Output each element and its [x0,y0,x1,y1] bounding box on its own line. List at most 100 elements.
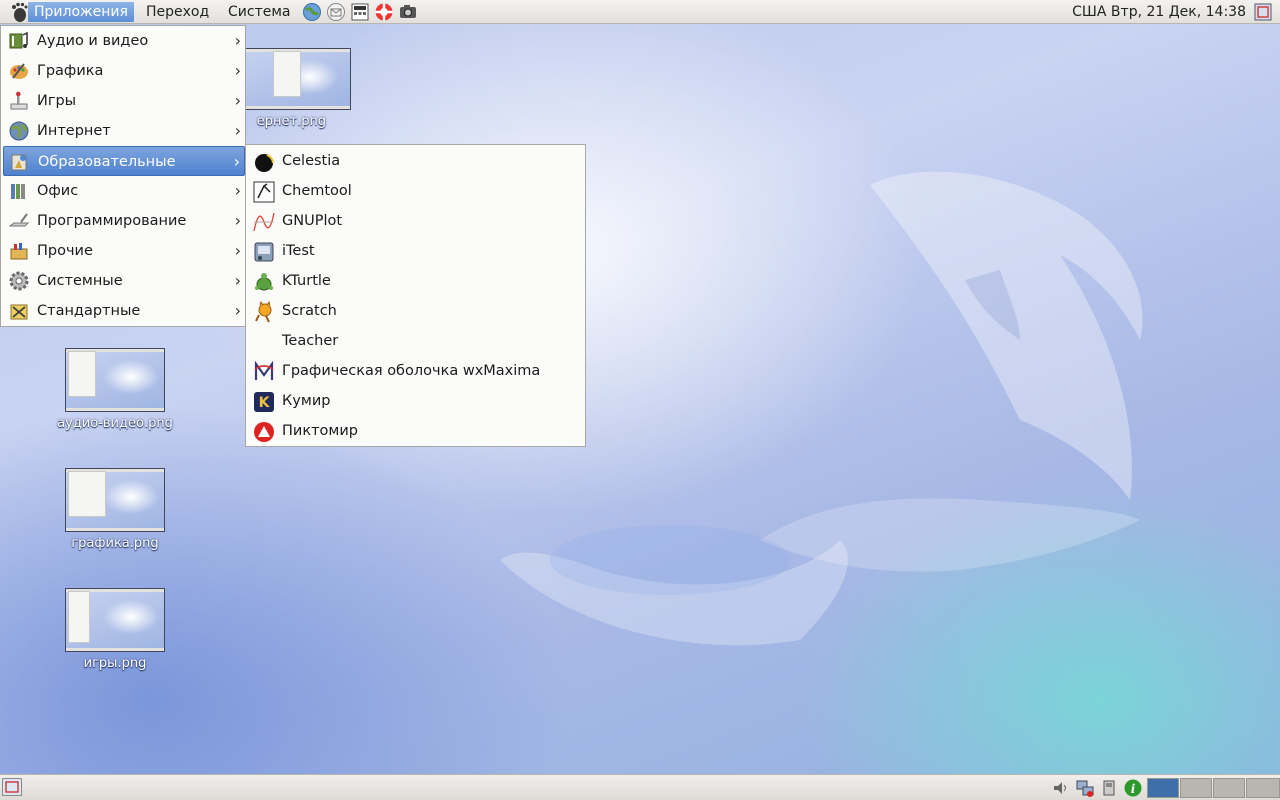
workspace-3[interactable] [1213,778,1245,798]
svg-text:K: K [259,395,271,411]
menu-item-label: Образовательные [38,154,176,170]
menu-item-audio-video[interactable]: Аудио и видео › [3,26,245,56]
desktop-icon-audio-video[interactable]: аудио-видео.png [45,348,185,431]
gnome-foot-icon[interactable] [8,1,30,23]
desktop-icon-label: графика.png [71,536,159,551]
desktop-icon-label: аудио-видео.png [57,416,173,431]
menu-item-gnuplot[interactable]: GNUPlot [248,206,584,236]
gnuplot-icon [253,212,275,232]
file-thumbnail [244,48,351,110]
file-thumbnail [65,588,165,652]
chemtool-icon [253,181,275,203]
network-icon[interactable] [1076,779,1094,797]
chevron-right-icon: › [234,61,241,80]
chevron-right-icon: › [234,241,241,260]
other-icon [10,243,28,260]
screenshot-icon[interactable] [398,2,418,22]
menu-item-label: Teacher [282,333,339,349]
menu-item-label: Celestia [282,153,341,169]
accessories-icon [10,304,28,320]
education-icon [11,154,27,171]
mail-icon[interactable] [326,2,346,22]
menu-item-label: Пиктомир [282,423,358,439]
web-browser-icon[interactable] [302,2,322,22]
clock[interactable]: США Втр, 21 Дек, 14:38 [1072,2,1246,22]
menu-item-label: Кумир [282,393,331,409]
chevron-right-icon: › [234,211,241,230]
system-icon [9,271,29,291]
chevron-right-icon: › [234,31,241,50]
workspace-4[interactable] [1246,778,1280,798]
desktop-icon-graphics[interactable]: графика.png [45,468,185,551]
file-thumbnail [65,468,165,532]
menu-item-label: Системные [37,273,123,289]
graphics-icon [10,63,28,79]
menu-item-games[interactable]: Игры › [3,86,245,116]
menu-item-other[interactable]: Прочие › [3,236,245,266]
applications-menu[interactable]: Приложения [28,2,134,22]
menu-item-label: KTurtle [282,273,331,289]
menu-item-label: Прочие [37,243,93,259]
menu-item-system[interactable]: Системные › [3,266,245,296]
menu-item-label: Chemtool [282,183,352,199]
menu-item-label: Стандартные [37,303,141,319]
menu-item-education[interactable]: Образовательные › [3,146,245,176]
show-desktop-button[interactable] [2,778,22,796]
menu-item-label: Программирование [37,213,187,229]
menu-item-label: Аудио и видео [37,33,149,49]
menu-item-label: Игры [37,93,77,109]
menu-item-itest[interactable]: iTest [248,236,584,266]
menu-item-teacher[interactable]: Teacher [248,326,584,356]
calculator-icon[interactable] [350,2,370,22]
info-icon[interactable]: i [1124,779,1142,797]
menu-item-kturtle[interactable]: KTurtle [248,266,584,296]
removable-media-icon[interactable] [1100,779,1118,797]
menu-item-graphics[interactable]: Графика › [3,56,245,86]
menu-item-accessories[interactable]: Стандартные › [3,296,245,326]
audio-video-icon [9,31,28,49]
help-icon[interactable] [374,2,394,22]
celestia-icon [255,154,274,172]
menu-item-label: Интернет [37,123,111,139]
internet-icon [9,121,29,141]
volume-icon[interactable] [1052,779,1070,797]
window-list-icon[interactable] [1254,3,1272,21]
places-menu[interactable]: Переход [146,2,209,22]
bottom-panel: i [0,774,1280,800]
menu-item-office[interactable]: Офис › [3,176,245,206]
menu-item-chemtool[interactable]: Chemtool [248,176,584,206]
chevron-right-icon: › [234,121,241,140]
menu-item-celestia[interactable]: Celestia [248,146,584,176]
menu-item-piktomir[interactable]: Пиктомир [248,416,584,446]
menu-item-programming[interactable]: Программирование › [3,206,245,236]
office-icon [11,184,25,199]
desktop-icon-label: игры.png [83,656,147,671]
programming-icon [9,213,29,227]
menu-item-kumir[interactable]: K Кумир [248,386,584,416]
games-icon [10,91,28,110]
chevron-right-icon: › [234,271,241,290]
menu-item-label: Scratch [282,303,337,319]
scratch-icon [255,301,272,323]
desktop-icon [5,781,19,793]
itest-icon [254,242,274,262]
desktop-icon-games[interactable]: игры.png [45,588,185,671]
kturtle-icon [255,273,273,291]
piktomir-icon [254,422,274,442]
chevron-right-icon: › [234,181,241,200]
menu-item-label: GNUPlot [282,213,343,229]
system-menu[interactable]: Система [228,2,290,22]
menu-item-scratch[interactable]: Scratch [248,296,584,326]
menu-item-label: iTest [282,243,315,259]
menu-item-internet[interactable]: Интернет › [3,116,245,146]
chevron-right-icon: › [234,301,241,320]
kumir-icon: K [254,392,274,412]
workspace-2[interactable] [1180,778,1212,798]
file-thumbnail [65,348,165,412]
workspace-1[interactable] [1147,778,1179,798]
menu-item-label: Офис [37,183,79,199]
education-submenu: Celestia Chemtool GNUPlot iTest KTurtle … [245,144,586,447]
svg-text:i: i [1131,782,1136,796]
chevron-right-icon: › [234,91,241,110]
menu-item-wxmaxima[interactable]: Графическая оболочка wxMaxima [248,356,584,386]
